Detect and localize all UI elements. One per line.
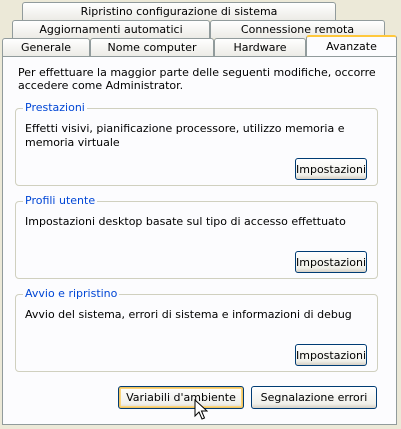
tab-generale[interactable]: Generale: [2, 38, 90, 56]
mouse-pointer-icon: [194, 399, 208, 420]
user-profiles-description: Impostazioni desktop basate sul tipo di …: [25, 215, 346, 228]
error-reporting-button[interactable]: Segnalazione errori: [251, 386, 377, 409]
environment-variables-button[interactable]: Variabili d'ambiente: [118, 386, 244, 409]
performance-description: Effetti visivi, pianificazione processor…: [25, 122, 345, 149]
tab-nome-computer[interactable]: Nome computer: [90, 38, 214, 56]
performance-group-title: Prestazioni: [23, 101, 87, 115]
startup-recovery-settings-button[interactable]: Impostazioni: [295, 344, 367, 366]
tab-ripristino-configurazione[interactable]: Ripristino configurazione di sistema: [22, 2, 336, 20]
performance-settings-button[interactable]: Impostazioni: [295, 158, 367, 180]
tab-avanzate[interactable]: Avanzate: [306, 35, 397, 56]
tab-hardware[interactable]: Hardware: [214, 38, 306, 56]
user-profiles-group-title: Profili utente: [23, 194, 98, 208]
tab-aggiornamenti-automatici[interactable]: Aggiornamenti automatici: [12, 20, 210, 38]
admin-notice: Per effettuare la maggior parte delle se…: [18, 66, 376, 92]
user-profiles-settings-button[interactable]: Impostazioni: [295, 251, 367, 273]
startup-recovery-group-title: Avvio e ripristino: [23, 287, 120, 301]
startup-recovery-description: Avvio del sistema, errori di sistema e i…: [25, 308, 352, 321]
